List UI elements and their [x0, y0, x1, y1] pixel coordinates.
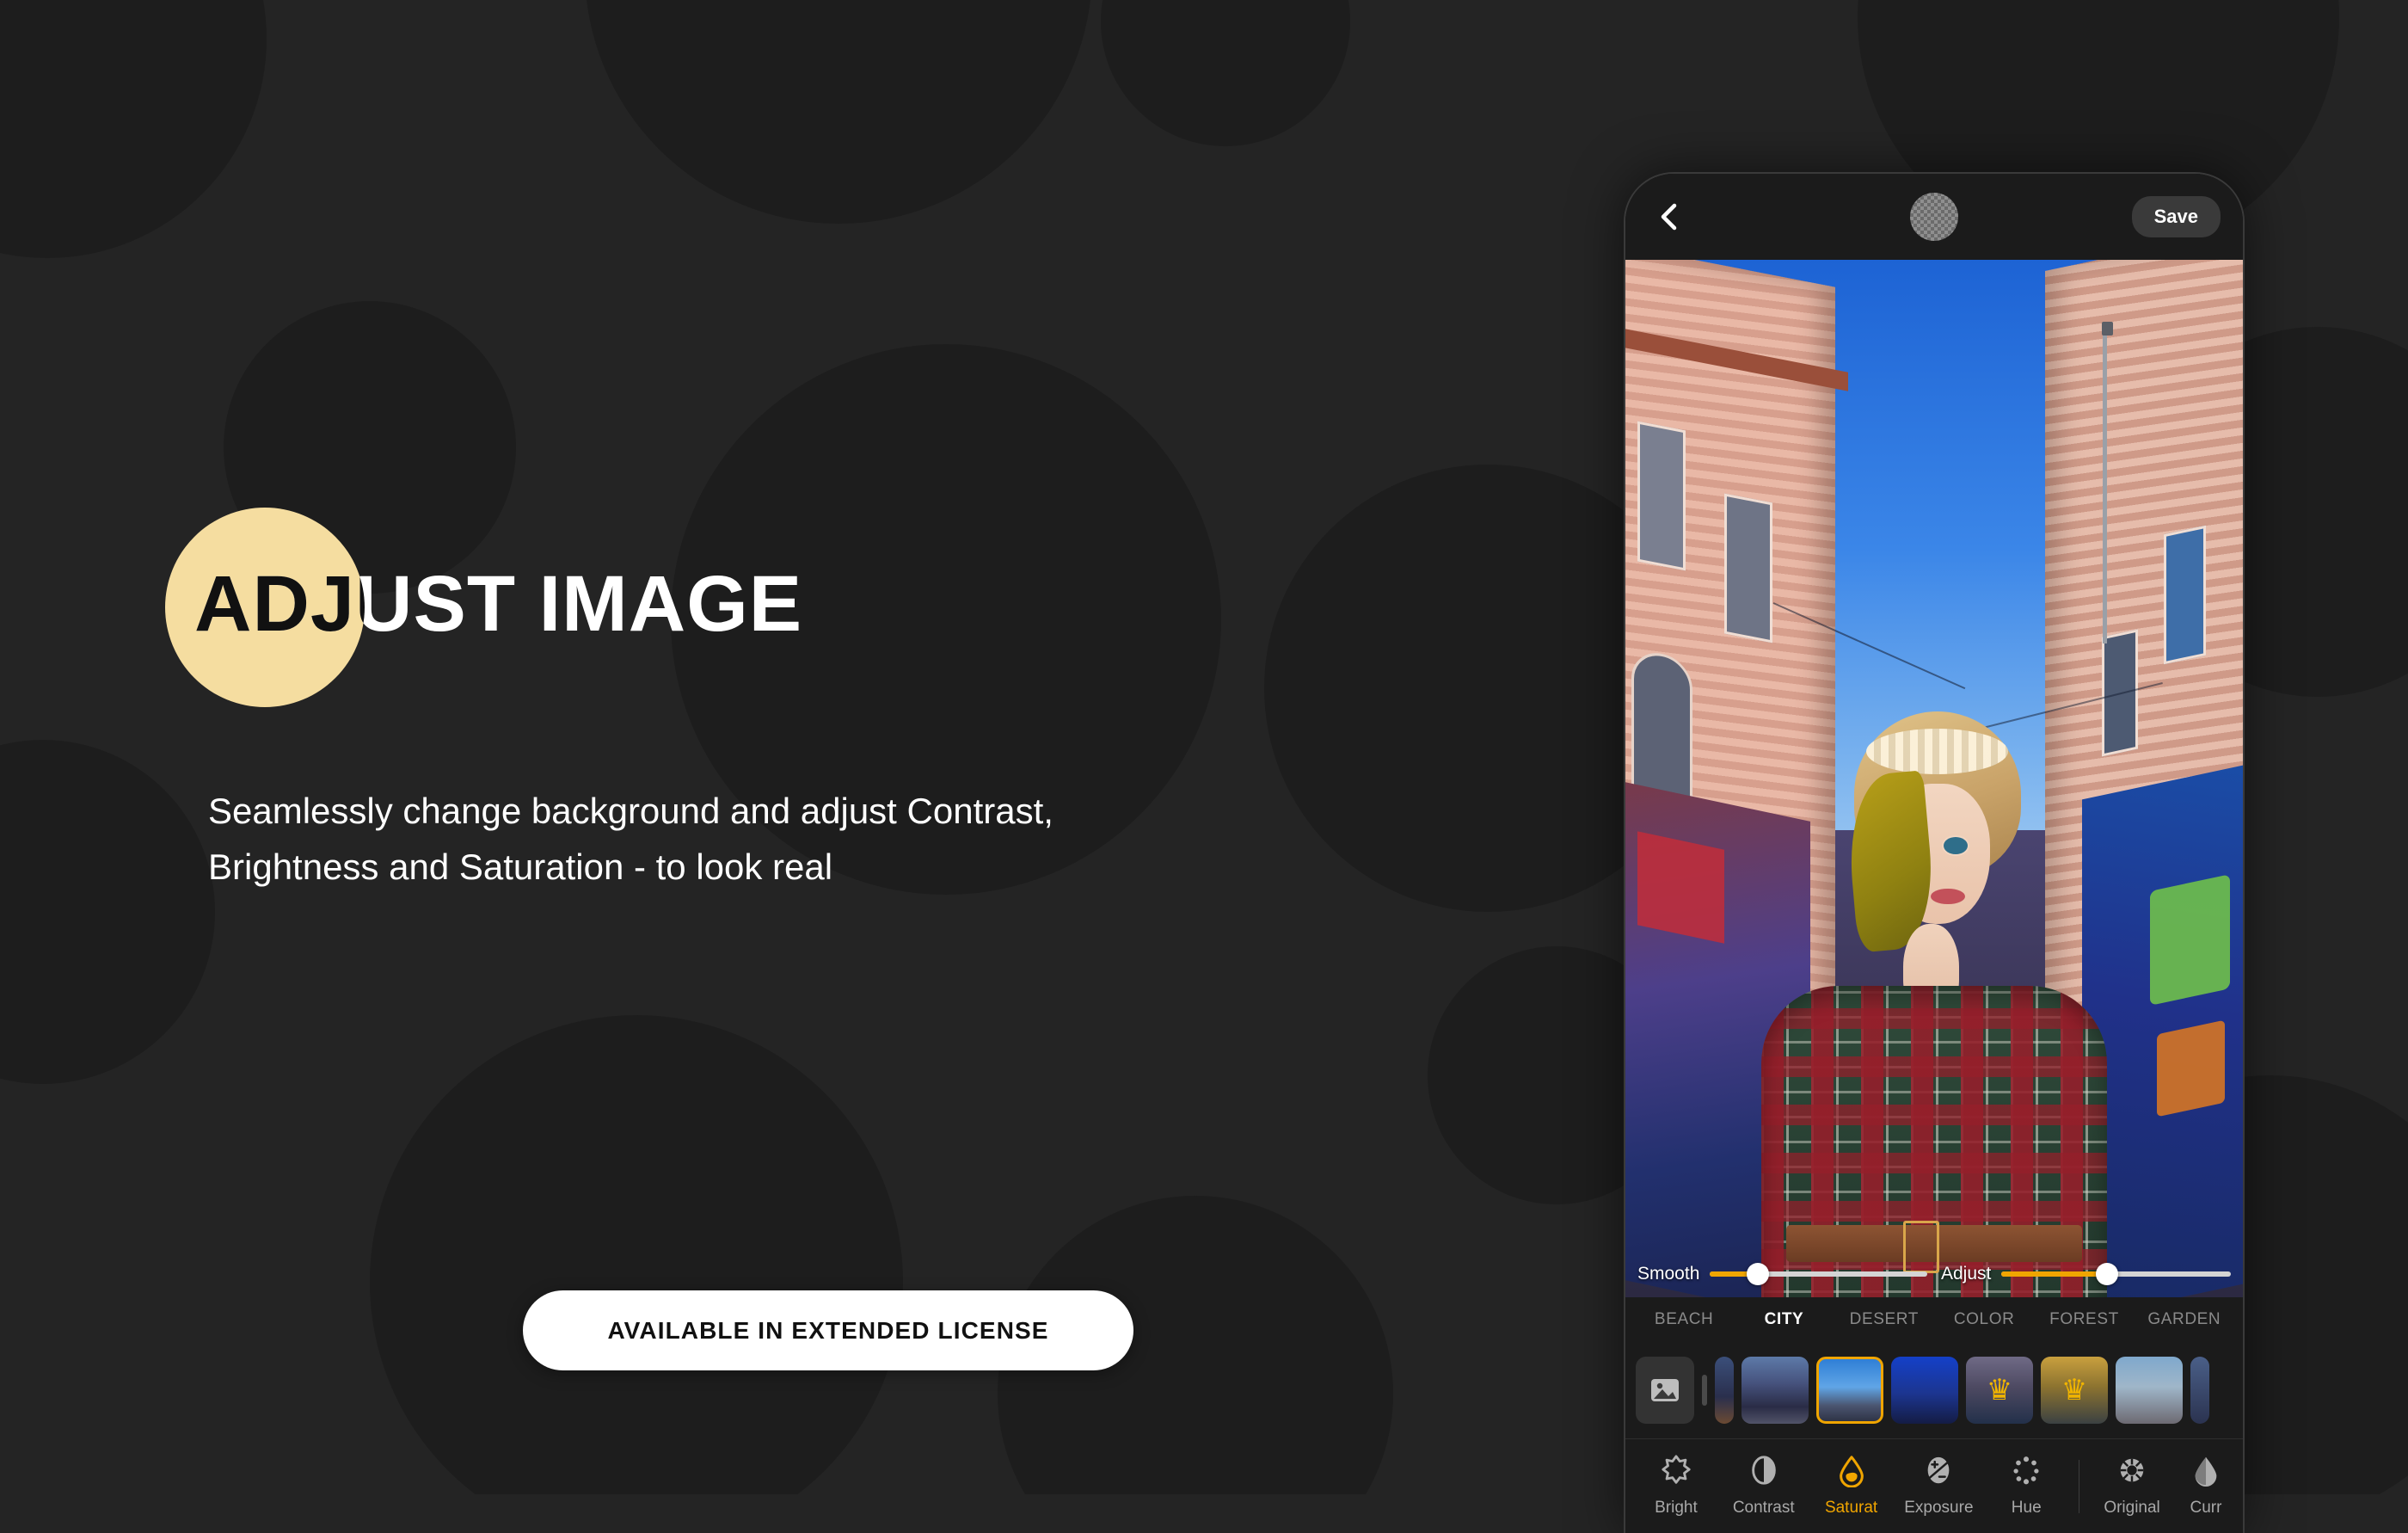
tool-contrast[interactable]: Contrast [1720, 1455, 1808, 1518]
app-top-bar: Save [1625, 174, 2243, 260]
slider-group-adjust: Adjust [1941, 1263, 2231, 1285]
subtitle-line-1: Seamlessly change background and adjust … [208, 791, 1054, 831]
tool-original[interactable]: Original [2088, 1455, 2176, 1518]
decor-circle [370, 1015, 903, 1494]
slider-group-smooth: Smooth [1637, 1263, 1927, 1285]
photo-graffiti-left-accent [1637, 831, 1724, 944]
premium-crown-icon: ♛ [1986, 1374, 2013, 1407]
phone-mockup: Save Smooth Adjust BEACH CITY DESERT COL… [1624, 172, 2245, 1533]
decor-circle [0, 740, 215, 1084]
tool-exposure[interactable]: Exposure [1895, 1455, 1982, 1518]
photo-preview[interactable]: Smooth Adjust [1625, 260, 2243, 1297]
image-picker-icon[interactable] [1636, 1357, 1694, 1424]
photo-window-right-1 [2163, 525, 2206, 664]
category-tab-color[interactable]: COLOR [1934, 1310, 2034, 1329]
photo-pole-right [2103, 332, 2108, 644]
slider-smooth[interactable] [1710, 1263, 1927, 1285]
title-text-overlay: ADJUST IMAGE [194, 560, 365, 648]
category-tab-garden[interactable]: GARDEN [2135, 1310, 2234, 1329]
thumbnail-partial-left[interactable] [1715, 1357, 1734, 1424]
thumbnail-tokyo-tower[interactable] [1891, 1357, 1958, 1424]
original-icon [2116, 1455, 2148, 1492]
page-subtitle: Seamlessly change background and adjust … [208, 783, 1515, 895]
photo-pole-cap [2102, 322, 2114, 336]
title-highlight-clip: ADJUST IMAGE [165, 508, 365, 707]
photo-graffiti-right-green [2150, 873, 2231, 1006]
brightness-icon [1660, 1455, 1692, 1492]
background-category-tabs: BEACH CITY DESERT COLOR FOREST GARDEN [1625, 1297, 2243, 1342]
tool-current[interactable]: Curr [2176, 1455, 2236, 1518]
exposure-icon [1922, 1455, 1955, 1492]
category-tab-desert[interactable]: DESERT [1834, 1310, 1934, 1329]
adjust-tool-bar: Bright Contrast Saturat Exposure Hue Ori… [1625, 1438, 2243, 1533]
thumbnail-city-waterfront[interactable] [1742, 1357, 1809, 1424]
thumbnail-canal-evening[interactable]: ♛ [2041, 1357, 2108, 1424]
photo-window-left-2 [1723, 493, 1773, 643]
photo-subject-lips [1931, 888, 1965, 904]
tool-hue-label: Hue [2011, 1499, 2042, 1517]
available-in-extended-license-button[interactable]: AVAILABLE IN EXTENDED LICENSE [523, 1290, 1133, 1370]
tool-current-label: Curr [2190, 1499, 2222, 1517]
adjust-sliders: Smooth Adjust [1625, 1251, 2243, 1297]
hue-icon [2010, 1455, 2042, 1492]
tool-exposure-label: Exposure [1904, 1499, 1974, 1517]
tool-contrast-label: Contrast [1732, 1499, 1795, 1517]
category-tab-beach[interactable]: BEACH [1634, 1310, 1734, 1329]
tool-original-label: Original [2104, 1499, 2160, 1517]
thumbnail-divider [1702, 1375, 1707, 1406]
photo-window-left-1 [1637, 421, 1686, 571]
save-button[interactable]: Save [2131, 196, 2221, 237]
premium-crown-icon: ♛ [2061, 1374, 2088, 1407]
current-icon [2190, 1455, 2222, 1492]
contrast-icon [1748, 1455, 1780, 1492]
slider-adjust[interactable] [2001, 1263, 2231, 1285]
tool-bright[interactable]: Bright [1632, 1455, 1720, 1518]
slider-smooth-knob[interactable] [1746, 1263, 1769, 1285]
tool-saturation-label: Saturat [1824, 1499, 1878, 1517]
phone-screen: Save Smooth Adjust BEACH CITY DESERT COL… [1625, 174, 2243, 1533]
slider-label-adjust: Adjust [1941, 1264, 1992, 1284]
category-tab-city[interactable]: CITY [1734, 1310, 1834, 1329]
slider-adjust-fill [2001, 1271, 2108, 1277]
page-title: ADJUST IMAGE ADJUST IMAGE [155, 482, 1273, 740]
tool-saturation[interactable]: Saturat [1808, 1455, 1895, 1518]
saturation-drop-icon [1835, 1455, 1868, 1492]
photo-subject-flowers [1866, 729, 2009, 775]
category-tab-forest[interactable]: FOREST [2034, 1310, 2134, 1329]
background-thumbnail-strip[interactable]: ♛ ♛ [1625, 1342, 2243, 1438]
thumbnail-city-street[interactable] [1816, 1357, 1883, 1424]
slider-label-smooth: Smooth [1637, 1264, 1700, 1284]
decor-circle [0, 0, 267, 258]
decor-circle [1101, 0, 1350, 146]
decor-circle [585, 0, 1092, 224]
subtitle-line-2: Brightness and Saturation - to look real [208, 847, 833, 888]
thumbnail-partial-right[interactable] [2190, 1357, 2209, 1424]
thumbnail-skyline-statue[interactable] [2116, 1357, 2183, 1424]
thumbnail-bridge-night[interactable]: ♛ [1966, 1357, 2033, 1424]
tool-bright-label: Bright [1655, 1499, 1698, 1517]
slider-adjust-knob[interactable] [2096, 1263, 2119, 1285]
back-icon[interactable] [1651, 198, 1689, 236]
tool-hue[interactable]: Hue [1982, 1455, 2070, 1518]
checkerboard-circle-icon[interactable] [1910, 193, 1958, 241]
photo-graffiti-right-orange [2156, 1020, 2225, 1118]
